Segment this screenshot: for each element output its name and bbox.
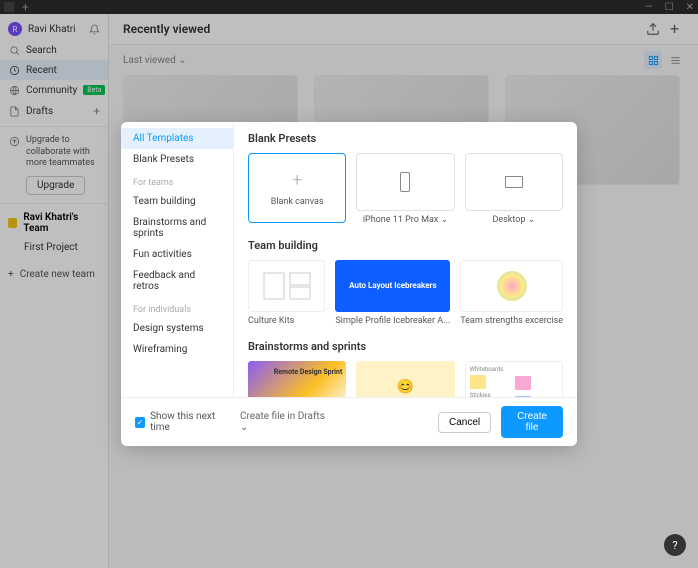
checkbox-icon: ✓	[135, 417, 145, 428]
phone-icon	[400, 172, 410, 192]
chevron-down-icon: ⌄	[528, 215, 536, 225]
preset-label: Desktop ⌄	[465, 215, 563, 225]
modal-sidebar: All Templates Blank Presets For teams Te…	[121, 122, 234, 397]
nav-all-templates[interactable]: All Templates	[121, 128, 233, 149]
nav-team-building[interactable]: Team building	[121, 191, 233, 212]
help-button[interactable]: ?	[664, 534, 686, 556]
modal-content: Blank Presets + Blank canvas iPhone 11 P…	[234, 122, 577, 397]
nav-header-teams: For teams	[121, 170, 233, 191]
new-file-modal: All Templates Blank Presets For teams Te…	[121, 122, 577, 446]
template-label: Simple Profile Icebreaker A...	[335, 316, 450, 326]
template-thumbnail: Remote Design Sprint	[248, 361, 346, 397]
nav-fun[interactable]: Fun activities	[121, 244, 233, 265]
show-next-time-checkbox[interactable]: ✓ Show this next time	[135, 411, 230, 433]
template-label: Team strengths excercise	[460, 316, 563, 326]
nav-wireframing[interactable]: Wireframing	[121, 339, 233, 360]
template-thumbnail: Auto Layout Icebreakers	[335, 260, 450, 312]
template-team-strengths[interactable]: Team strengths excercise	[460, 260, 563, 326]
nav-feedback[interactable]: Feedback and retros	[121, 265, 233, 297]
template-label: Culture Kits	[248, 316, 325, 326]
nav-header-individuals: For individuals	[121, 297, 233, 318]
modal-footer: ✓ Show this next time Create file in Dra…	[121, 397, 577, 446]
template-brainstorm-3[interactable]: Whiteboards Stickies	[465, 361, 563, 397]
plus-icon: +	[292, 170, 302, 191]
section-title: Brainstorms and sprints	[248, 340, 563, 353]
template-thumbnail	[248, 260, 325, 312]
template-brainstorm-2[interactable]: 😊	[356, 361, 454, 397]
template-remote-sprint[interactable]: Remote Design Sprint	[248, 361, 346, 397]
create-location-dropdown[interactable]: Create file in Drafts ⌄	[240, 411, 328, 433]
preset-iphone[interactable]: iPhone 11 Pro Max ⌄	[356, 153, 454, 225]
checkbox-label: Show this next time	[150, 411, 230, 433]
chevron-down-icon: ⌄	[240, 422, 248, 433]
section-title: Blank Presets	[248, 132, 563, 145]
desktop-icon	[505, 176, 523, 188]
nav-design-systems[interactable]: Design systems	[121, 318, 233, 339]
nav-brainstorms[interactable]: Brainstorms and sprints	[121, 212, 233, 244]
preset-desktop[interactable]: Desktop ⌄	[465, 153, 563, 225]
template-thumbnail	[460, 260, 563, 312]
template-culture-kits[interactable]: Culture Kits	[248, 260, 325, 326]
chevron-down-icon: ⌄	[441, 215, 449, 225]
nav-blank-presets[interactable]: Blank Presets	[121, 149, 233, 170]
preset-label: Blank canvas	[271, 197, 324, 207]
modal-backdrop[interactable]: All Templates Blank Presets For teams Te…	[0, 0, 698, 568]
preset-label: iPhone 11 Pro Max ⌄	[356, 215, 454, 225]
template-icebreaker[interactable]: Auto Layout Icebreakers Simple Profile I…	[335, 260, 450, 326]
template-thumbnail: Whiteboards Stickies	[465, 361, 563, 397]
cancel-button[interactable]: Cancel	[438, 412, 491, 433]
section-title: Team building	[248, 239, 563, 252]
template-thumbnail: 😊	[356, 361, 454, 397]
create-file-button[interactable]: Create file	[501, 406, 563, 438]
preset-blank-canvas[interactable]: + Blank canvas	[248, 153, 346, 225]
